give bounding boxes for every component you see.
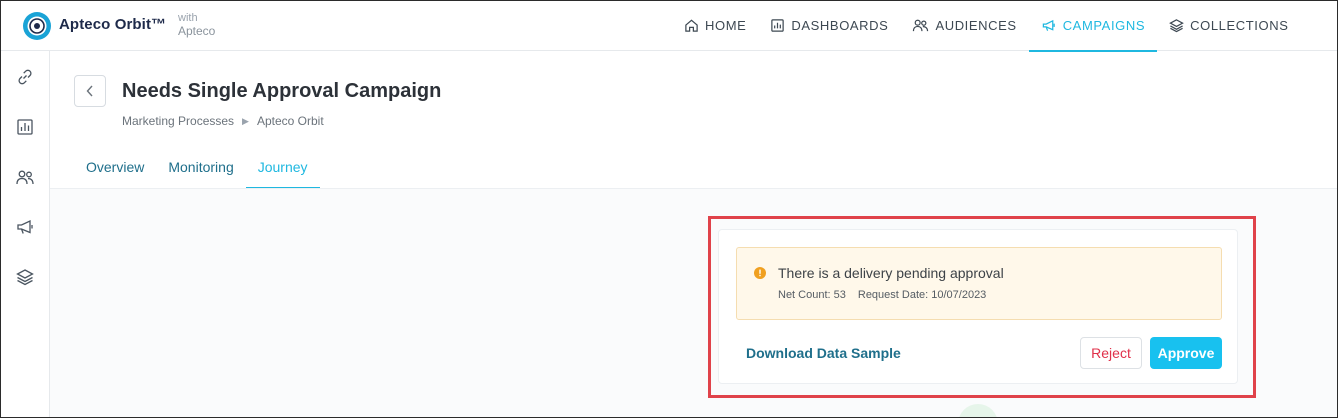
pending-approval-alert: There is a delivery pending approval Net… (736, 247, 1222, 320)
reject-button[interactable]: Reject (1080, 337, 1142, 369)
nav-audiences-label: AUDIENCES (935, 18, 1017, 33)
nav-dashboards[interactable]: DASHBOARDS (758, 0, 900, 51)
megaphone-icon (1042, 19, 1055, 31)
nav-campaigns[interactable]: CAMPAIGNS (1028, 0, 1158, 52)
audiences-icon[interactable] (15, 167, 35, 187)
warning-dot-icon (754, 267, 766, 279)
tab-overview[interactable]: Overview (74, 145, 156, 189)
alert-meta: Net Count: 53 Request Date: 10/07/2023 (778, 289, 986, 301)
approval-card: There is a delivery pending approval Net… (718, 229, 1238, 384)
nav-campaigns-label: CAMPAIGNS (1062, 18, 1146, 33)
main-nav: HOME DASHBOARDS AUDIENCES CAMPAIGNS COLL… (672, 0, 1300, 52)
tab-monitoring[interactable]: Monitoring (156, 145, 245, 189)
breadcrumb: Marketing Processes ▶ Apteco Orbit (122, 114, 324, 128)
sidebar (0, 51, 50, 418)
dashboard-icon[interactable] (15, 117, 35, 137)
breadcrumb-item[interactable]: Apteco Orbit (257, 114, 324, 128)
layers-icon[interactable] (15, 267, 35, 287)
brand-with-apteco: with Apteco (178, 12, 215, 38)
top-bar: Apteco Orbit™ with Apteco HOME DASHBOARD… (0, 0, 1338, 52)
alert-title: There is a delivery pending approval (778, 265, 1004, 281)
audiences-icon (913, 19, 929, 32)
page-title: Needs Single Approval Campaign (122, 80, 442, 102)
net-count: Net Count: 53 (778, 289, 846, 301)
approve-button[interactable]: Approve (1150, 337, 1222, 369)
home-icon (685, 19, 698, 32)
campaign-tabs: Overview Monitoring Journey (74, 145, 320, 189)
nav-audiences[interactable]: AUDIENCES (900, 0, 1028, 51)
layers-icon (1169, 19, 1185, 33)
nav-home[interactable]: HOME (672, 0, 758, 51)
nav-collections-label: COLLECTIONS (1190, 18, 1289, 33)
download-data-sample-link[interactable]: Download Data Sample (746, 345, 901, 361)
breadcrumb-separator-icon: ▶ (242, 115, 249, 126)
brand-name[interactable]: Apteco Orbit™ (59, 16, 166, 33)
brand-apteco-line: Apteco (178, 24, 216, 38)
megaphone-icon[interactable] (15, 217, 35, 237)
nav-dashboards-label: DASHBOARDS (791, 18, 889, 33)
chevron-left-icon (86, 85, 93, 97)
back-button[interactable] (74, 75, 106, 107)
tab-journey[interactable]: Journey (245, 145, 320, 189)
nav-collections[interactable]: COLLECTIONS (1157, 0, 1300, 51)
dashboard-icon (771, 19, 785, 32)
apteco-logo-icon[interactable] (22, 11, 52, 41)
breadcrumb-item[interactable]: Marketing Processes (122, 114, 234, 128)
nav-home-label: HOME (705, 18, 747, 33)
request-date: Request Date: 10/07/2023 (857, 289, 987, 301)
link-icon[interactable] (15, 67, 35, 87)
